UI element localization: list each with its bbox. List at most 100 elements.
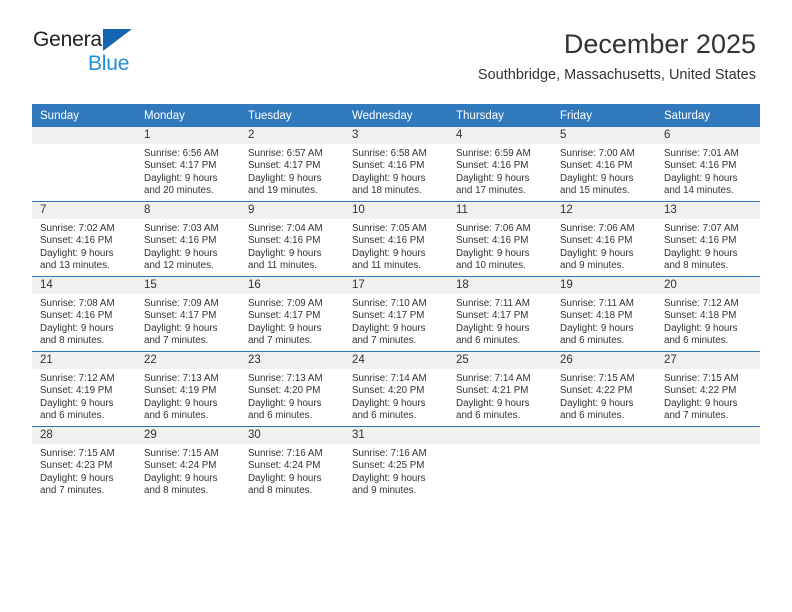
- sunset-text: Sunset: 4:16 PM: [352, 235, 425, 247]
- daylight-text-line1: Daylight: 9 hours: [248, 172, 322, 184]
- day-number: 28: [32, 427, 136, 444]
- daylight-text-line1: Daylight: 9 hours: [248, 397, 322, 409]
- calendar-day-cell[interactable]: 24 Sunrise: 7:14 AM Sunset: 4:20 PM Dayligh…: [344, 351, 448, 427]
- daylight-text-line2: and 10 minutes.: [456, 259, 526, 271]
- day-details: Sunrise: 7:13 AM Sunset: 4:20 PM Daylight:…: [240, 369, 344, 422]
- day-details: Sunrise: 7:16 AM Sunset: 4:25 PM Daylight:…: [344, 444, 448, 497]
- calendar-week-row: 28 Sunrise: 7:15 AM Sunset: 4:23 PM Dayligh…: [32, 426, 760, 501]
- day-number: 21: [32, 352, 136, 369]
- general-blue-logo[interactable]: General Blue: [33, 28, 213, 80]
- calendar-week-row: 1 Sunrise: 6:56 AM Sunset: 4:17 PM Daylight…: [32, 127, 760, 202]
- sunrise-text: Sunrise: 7:04 AM: [248, 223, 323, 234]
- daylight-text-line1: Daylight: 9 hours: [456, 397, 530, 409]
- calendar-day-cell[interactable]: 29 Sunrise: 7:15 AM Sunset: 4:24 PM Dayligh…: [136, 426, 240, 501]
- sunrise-text: Sunrise: 7:16 AM: [248, 448, 323, 459]
- calendar-day-cell[interactable]: 28 Sunrise: 7:15 AM Sunset: 4:23 PM Dayligh…: [32, 426, 136, 501]
- sunset-text: Sunset: 4:18 PM: [560, 310, 633, 322]
- weekday-header-row: Sunday Monday Tuesday Wednesday Thursday…: [32, 104, 760, 127]
- calendar-day-cell[interactable]: 21 Sunrise: 7:12 AM Sunset: 4:19 PM Dayligh…: [32, 351, 136, 427]
- sunrise-text: Sunrise: 7:15 AM: [664, 373, 739, 384]
- daylight-text-line1: Daylight: 9 hours: [664, 172, 738, 184]
- weekday-header-monday: Monday: [136, 104, 240, 127]
- day-details: Sunrise: 7:00 AM Sunset: 4:16 PM Daylight:…: [552, 144, 656, 197]
- day-number: 8: [136, 202, 240, 219]
- sunrise-text: Sunrise: 7:15 AM: [40, 448, 115, 459]
- calendar-day-cell[interactable]: 30 Sunrise: 7:16 AM Sunset: 4:24 PM Dayligh…: [240, 426, 344, 501]
- page-header: General Blue December 2025 Southbridge, …: [0, 0, 792, 100]
- calendar-day-cell[interactable]: 20 Sunrise: 7:12 AM Sunset: 4:18 PM Dayligh…: [656, 276, 760, 352]
- calendar-day-cell[interactable]: 5 Sunrise: 7:00 AM Sunset: 4:16 PM Daylight…: [552, 127, 656, 202]
- day-number: 11: [448, 202, 552, 219]
- calendar-day-cell[interactable]: 16 Sunrise: 7:09 AM Sunset: 4:17 PM Dayligh…: [240, 276, 344, 352]
- day-details: Sunrise: 6:57 AM Sunset: 4:17 PM Daylight:…: [240, 144, 344, 197]
- daylight-text-line2: and 15 minutes.: [560, 184, 630, 196]
- calendar-day-cell[interactable]: 11 Sunrise: 7:06 AM Sunset: 4:16 PM Dayligh…: [448, 201, 552, 277]
- day-number: 1: [136, 127, 240, 144]
- weekday-header-thursday: Thursday: [448, 104, 552, 127]
- daylight-text-line1: Daylight: 9 hours: [456, 322, 530, 334]
- day-details: Sunrise: 6:58 AM Sunset: 4:16 PM Daylight:…: [344, 144, 448, 197]
- daylight-text-line2: and 8 minutes.: [664, 259, 729, 271]
- day-details: Sunrise: 7:01 AM Sunset: 4:16 PM Daylight:…: [656, 144, 760, 197]
- daylight-text-line1: Daylight: 9 hours: [248, 322, 322, 334]
- day-number: 13: [656, 202, 760, 219]
- page-subtitle: Southbridge, Massachusetts, United State…: [477, 67, 756, 83]
- day-number: 4: [448, 127, 552, 144]
- calendar-day-cell[interactable]: 15 Sunrise: 7:09 AM Sunset: 4:17 PM Dayligh…: [136, 276, 240, 352]
- weekday-header-wednesday: Wednesday: [344, 104, 448, 127]
- calendar-day-cell[interactable]: 26 Sunrise: 7:15 AM Sunset: 4:22 PM Dayligh…: [552, 351, 656, 427]
- calendar-day-cell[interactable]: 18 Sunrise: 7:11 AM Sunset: 4:17 PM Dayligh…: [448, 276, 552, 352]
- daylight-text-line1: Daylight: 9 hours: [560, 247, 634, 259]
- calendar-day-cell[interactable]: 19 Sunrise: 7:11 AM Sunset: 4:18 PM Dayligh…: [552, 276, 656, 352]
- daylight-text-line1: Daylight: 9 hours: [40, 322, 114, 334]
- calendar-day-cell[interactable]: 13 Sunrise: 7:07 AM Sunset: 4:16 PM Dayligh…: [656, 201, 760, 277]
- calendar-day-cell[interactable]: 10 Sunrise: 7:05 AM Sunset: 4:16 PM Dayligh…: [344, 201, 448, 277]
- sunset-text: Sunset: 4:16 PM: [456, 235, 529, 247]
- calendar-day-cell[interactable]: 22 Sunrise: 7:13 AM Sunset: 4:19 PM Dayligh…: [136, 351, 240, 427]
- sunrise-text: Sunrise: 7:02 AM: [40, 223, 115, 234]
- sunset-text: Sunset: 4:17 PM: [352, 310, 425, 322]
- calendar-day-cell[interactable]: 14 Sunrise: 7:08 AM Sunset: 4:16 PM Dayligh…: [32, 276, 136, 352]
- day-details: Sunrise: 7:04 AM Sunset: 4:16 PM Daylight:…: [240, 219, 344, 272]
- day-details: Sunrise: 7:15 AM Sunset: 4:22 PM Daylight:…: [552, 369, 656, 422]
- calendar-day-cell[interactable]: 6 Sunrise: 7:01 AM Sunset: 4:16 PM Daylight…: [656, 127, 760, 202]
- day-number: 5: [552, 127, 656, 144]
- daylight-text-line2: and 6 minutes.: [40, 409, 105, 421]
- calendar-day-cell[interactable]: 4 Sunrise: 6:59 AM Sunset: 4:16 PM Daylight…: [448, 127, 552, 202]
- day-number: 9: [240, 202, 344, 219]
- calendar-day-cell[interactable]: 17 Sunrise: 7:10 AM Sunset: 4:17 PM Dayligh…: [344, 276, 448, 352]
- daylight-text-line1: Daylight: 9 hours: [456, 247, 530, 259]
- daylight-text-line2: and 11 minutes.: [248, 259, 317, 271]
- calendar-day-cell[interactable]: 2 Sunrise: 6:57 AM Sunset: 4:17 PM Daylight…: [240, 127, 344, 202]
- sunrise-text: Sunrise: 6:58 AM: [352, 148, 427, 159]
- calendar-day-cell[interactable]: 1 Sunrise: 6:56 AM Sunset: 4:17 PM Daylight…: [136, 127, 240, 202]
- calendar-day-cell[interactable]: 7 Sunrise: 7:02 AM Sunset: 4:16 PM Daylight…: [32, 201, 136, 277]
- calendar-day-cell[interactable]: 31 Sunrise: 7:16 AM Sunset: 4:25 PM Dayligh…: [344, 426, 448, 501]
- sunrise-text: Sunrise: 7:15 AM: [560, 373, 635, 384]
- sunset-text: Sunset: 4:21 PM: [456, 385, 529, 397]
- day-details: Sunrise: 7:09 AM Sunset: 4:17 PM Daylight:…: [136, 294, 240, 347]
- daylight-text-line1: Daylight: 9 hours: [144, 397, 218, 409]
- calendar-empty-cell: [656, 426, 760, 501]
- sunrise-sunset-calendar: Sunday Monday Tuesday Wednesday Thursday…: [32, 104, 760, 501]
- calendar-day-cell[interactable]: 8 Sunrise: 7:03 AM Sunset: 4:16 PM Daylight…: [136, 201, 240, 277]
- calendar-day-cell[interactable]: 12 Sunrise: 7:06 AM Sunset: 4:16 PM Dayligh…: [552, 201, 656, 277]
- day-details: Sunrise: 6:56 AM Sunset: 4:17 PM Daylight:…: [136, 144, 240, 197]
- day-number: 20: [656, 277, 760, 294]
- calendar-day-cell[interactable]: 27 Sunrise: 7:15 AM Sunset: 4:22 PM Dayligh…: [656, 351, 760, 427]
- calendar-day-cell[interactable]: 25 Sunrise: 7:14 AM Sunset: 4:21 PM Dayligh…: [448, 351, 552, 427]
- calendar-day-cell[interactable]: 3 Sunrise: 6:58 AM Sunset: 4:16 PM Daylight…: [344, 127, 448, 202]
- day-number: 29: [136, 427, 240, 444]
- sunset-text: Sunset: 4:16 PM: [248, 235, 321, 247]
- daylight-text-line2: and 6 minutes.: [456, 334, 521, 346]
- calendar-day-cell[interactable]: 9 Sunrise: 7:04 AM Sunset: 4:16 PM Daylight…: [240, 201, 344, 277]
- daylight-text-line2: and 7 minutes.: [352, 334, 417, 346]
- weekday-header-tuesday: Tuesday: [240, 104, 344, 127]
- calendar-day-cell[interactable]: 23 Sunrise: 7:13 AM Sunset: 4:20 PM Dayligh…: [240, 351, 344, 427]
- day-details: Sunrise: 7:13 AM Sunset: 4:19 PM Daylight:…: [136, 369, 240, 422]
- daylight-text-line2: and 7 minutes.: [40, 484, 105, 496]
- sunrise-text: Sunrise: 7:06 AM: [456, 223, 531, 234]
- sunrise-text: Sunrise: 6:56 AM: [144, 148, 219, 159]
- day-number: 27: [656, 352, 760, 369]
- day-number: 3: [344, 127, 448, 144]
